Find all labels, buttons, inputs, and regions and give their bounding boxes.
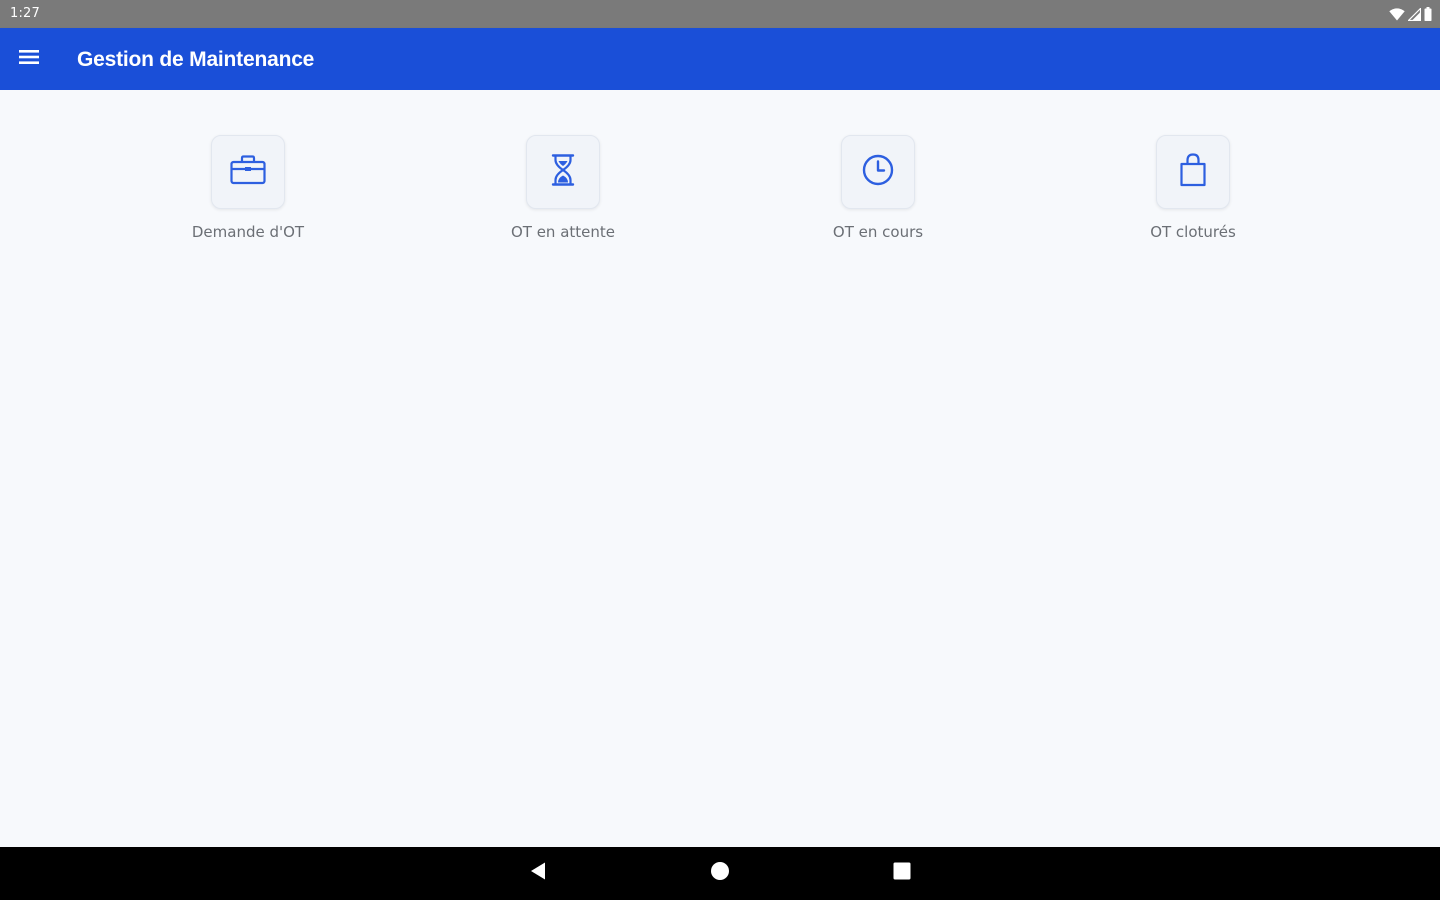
home-button[interactable] [700,855,740,891]
tile-label: OT cloturés [1150,223,1236,241]
tile-demande-ot[interactable]: Demande d'OT [158,135,338,255]
hourglass-icon [550,153,576,192]
clock-icon [861,153,895,192]
hamburger-menu-icon [18,49,40,70]
system-nav-bar [0,847,1440,900]
tile-ot-en-attente[interactable]: OT en attente [473,135,653,255]
shopping-bag-icon [1178,152,1208,193]
back-icon [529,861,547,886]
status-bar: 1:27 [0,0,1440,28]
main-content: Demande d'OT OT en attente OT en cours O… [0,90,1440,847]
tile-ot-clotures[interactable]: OT cloturés [1103,135,1283,255]
wifi-icon [1389,7,1405,25]
battery-icon [1424,7,1432,25]
cellular-signal-icon [1407,6,1422,25]
status-icons [1389,6,1432,25]
tile-icon-box [841,135,915,209]
menu-button[interactable] [10,41,48,77]
briefcase-icon [229,154,267,191]
tile-icon-box [1156,135,1230,209]
recents-icon [893,862,911,885]
tile-label: OT en attente [510,223,616,241]
tile-icon-box [211,135,285,209]
tile-label: Demande d'OT [191,223,305,241]
tile-ot-en-cours[interactable]: OT en cours [788,135,968,255]
status-time: 1:27 [10,6,40,21]
tile-icon-box [526,135,600,209]
back-button[interactable] [518,855,558,891]
recents-button[interactable] [882,855,922,891]
tile-label: OT en cours [832,223,924,241]
app-bar: Gestion de Maintenance [0,28,1440,90]
home-icon [710,861,730,886]
page-title: Gestion de Maintenance [77,48,315,71]
